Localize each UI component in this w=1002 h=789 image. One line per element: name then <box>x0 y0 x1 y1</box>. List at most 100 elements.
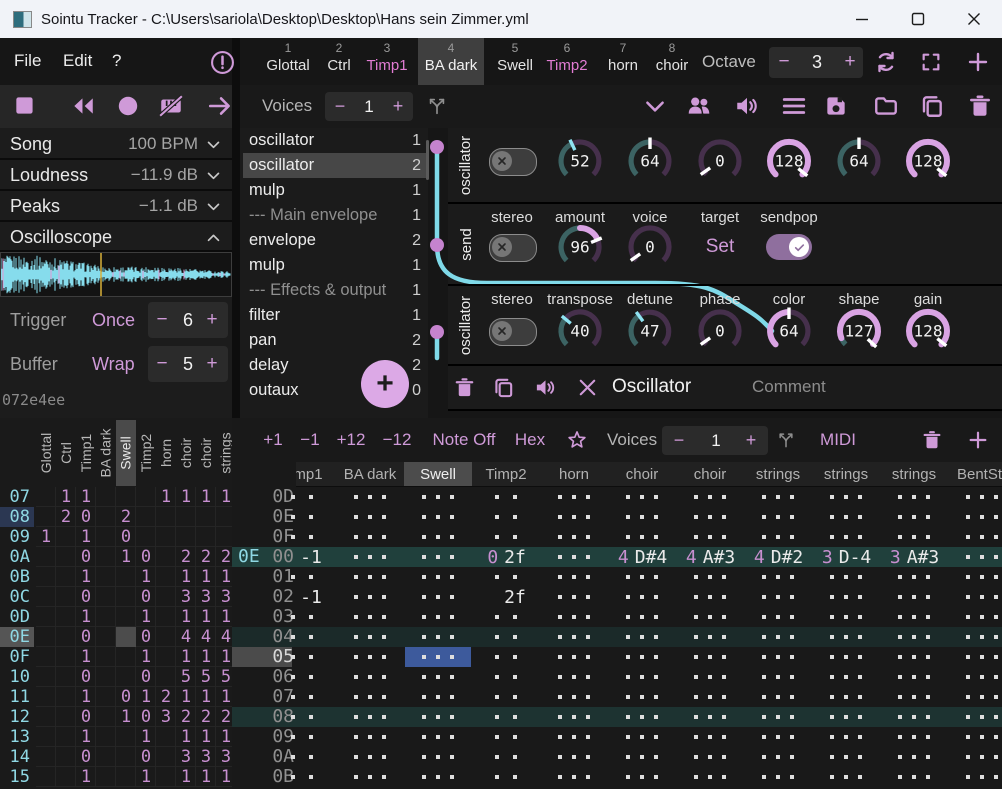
knob-color[interactable]: 128 <box>763 135 815 187</box>
order-cell[interactable]: 3 <box>176 747 196 767</box>
pattern-cell[interactable]: 4A#3 <box>676 547 744 567</box>
order-cell[interactable]: 0 <box>76 587 96 607</box>
order-header-choir-8[interactable]: choir <box>196 420 216 486</box>
pattern-cell[interactable] <box>880 507 948 527</box>
instrument-tab-choir[interactable]: 8choir <box>639 38 705 85</box>
order-cell[interactable]: 2 <box>56 507 76 527</box>
unit-list-item-filter[interactable]: filter1 <box>243 303 427 328</box>
order-cell[interactable]: 1 <box>116 547 136 567</box>
pattern-cell[interactable] <box>404 607 472 627</box>
pattern-cell[interactable] <box>472 527 540 547</box>
order-cell[interactable]: 1 <box>216 607 232 627</box>
pattern-cell[interactable] <box>540 547 608 567</box>
order-cell[interactable]: 1 <box>216 687 232 707</box>
pattern-cell[interactable] <box>540 527 608 547</box>
order-cell[interactable]: 1 <box>76 527 96 547</box>
pattern-cell[interactable] <box>268 647 336 667</box>
pattern-cell[interactable] <box>608 587 676 607</box>
pattern-cell[interactable] <box>676 707 744 727</box>
order-cell[interactable]: 1 <box>176 727 196 747</box>
pattern-cell[interactable] <box>812 567 880 587</box>
pattern-cell[interactable] <box>336 667 404 687</box>
pattern-cell[interactable] <box>404 567 472 587</box>
order-cell[interactable]: 5 <box>196 667 216 687</box>
pattern-cell[interactable] <box>880 667 948 687</box>
pattern-cell[interactable] <box>948 747 1002 767</box>
order-cell[interactable]: 0 <box>76 507 96 527</box>
pattern-cell[interactable] <box>744 747 812 767</box>
track-header-ba dark-1[interactable]: BA dark <box>336 464 404 485</box>
copy-icon[interactable] <box>919 93 945 119</box>
pattern-cell[interactable] <box>404 747 472 767</box>
pattern-cell[interactable] <box>880 607 948 627</box>
order-cell[interactable]: 1 <box>36 527 56 547</box>
pattern-cell[interactable] <box>812 527 880 547</box>
copy-icon[interactable] <box>492 376 515 399</box>
knob-voice[interactable]: 0 <box>624 221 676 273</box>
order-cell[interactable]: 1 <box>176 487 196 507</box>
pattern-cell[interactable] <box>404 767 472 787</box>
pattern-cell[interactable] <box>472 647 540 667</box>
window-maximize-button[interactable] <box>890 0 946 38</box>
order-cell[interactable]: 2 <box>116 507 136 527</box>
pattern-cell[interactable] <box>268 687 336 707</box>
pattern-cell[interactable] <box>404 587 472 607</box>
pattern-cell[interactable] <box>948 727 1002 747</box>
pattern-cell[interactable] <box>472 767 540 787</box>
order-header-ctrl-1[interactable]: Ctrl <box>56 420 76 486</box>
pattern-cell[interactable] <box>404 627 472 647</box>
order-cell[interactable]: 1 <box>196 687 216 707</box>
pattern-cell[interactable] <box>540 667 608 687</box>
pattern-cell[interactable] <box>744 607 812 627</box>
pattern-cell[interactable] <box>268 507 336 527</box>
order-cell[interactable]: 0 <box>136 747 156 767</box>
pattern-cell[interactable] <box>744 507 812 527</box>
pattern-cell[interactable] <box>948 627 1002 647</box>
pattern-cell[interactable] <box>268 607 336 627</box>
pattern-cell[interactable] <box>472 507 540 527</box>
knob-phase[interactable]: 0 <box>694 305 746 357</box>
pattern-cell[interactable] <box>880 647 948 667</box>
knob-shape[interactable]: 127 <box>833 305 885 357</box>
pattern-cell[interactable] <box>608 567 676 587</box>
unit-list-item-pan[interactable]: pan2 <box>243 328 427 353</box>
star-icon[interactable] <box>566 429 588 451</box>
order-cell[interactable]: 4 <box>216 627 232 647</box>
pattern-cell[interactable] <box>608 687 676 707</box>
pattern-cell[interactable] <box>268 487 336 507</box>
pattern-cell[interactable] <box>676 607 744 627</box>
order-header-choir-7[interactable]: choir <box>176 420 196 486</box>
pattern-button-noteoff[interactable]: Note Off <box>430 428 498 452</box>
pattern-cell[interactable] <box>744 587 812 607</box>
order-cell[interactable]: 0 <box>136 707 156 727</box>
order-cell[interactable]: 1 <box>56 487 76 507</box>
pattern-cell[interactable] <box>812 487 880 507</box>
pattern-cell[interactable] <box>268 527 336 547</box>
order-cell[interactable]: 1 <box>176 687 196 707</box>
order-cell[interactable]: 0 <box>136 667 156 687</box>
pattern-cell[interactable] <box>676 587 744 607</box>
pattern-cell[interactable] <box>948 487 1002 507</box>
order-cell[interactable]: 1 <box>76 487 96 507</box>
pattern-cell[interactable] <box>676 627 744 647</box>
pattern-cell[interactable] <box>948 607 1002 627</box>
knob-phase[interactable]: 0 <box>694 135 746 187</box>
pattern-cell[interactable] <box>404 507 472 527</box>
pattern-cell[interactable] <box>268 627 336 647</box>
pattern-cell[interactable] <box>404 487 472 507</box>
unit-list-item--Effects-output[interactable]: --- Effects & output1 <box>243 278 427 303</box>
stop-icon[interactable] <box>12 93 38 119</box>
pattern-cell[interactable] <box>405 647 471 667</box>
pattern-button-hex[interactable]: Hex <box>496 428 564 452</box>
pattern-cell[interactable] <box>744 767 812 787</box>
order-cell[interactable]: 0 <box>76 747 96 767</box>
chevron-up-icon[interactable] <box>205 229 222 246</box>
pattern-cell[interactable] <box>676 767 744 787</box>
trash-icon[interactable] <box>921 429 943 451</box>
trigger-mode-button[interactable]: Once <box>92 309 144 331</box>
pattern-cell[interactable]: 02f <box>472 547 540 567</box>
order-cell[interactable]: 4 <box>196 627 216 647</box>
pattern-cell[interactable] <box>744 687 812 707</box>
track-header-horn-4[interactable]: horn <box>540 464 608 485</box>
pattern-cell[interactable] <box>880 627 948 647</box>
